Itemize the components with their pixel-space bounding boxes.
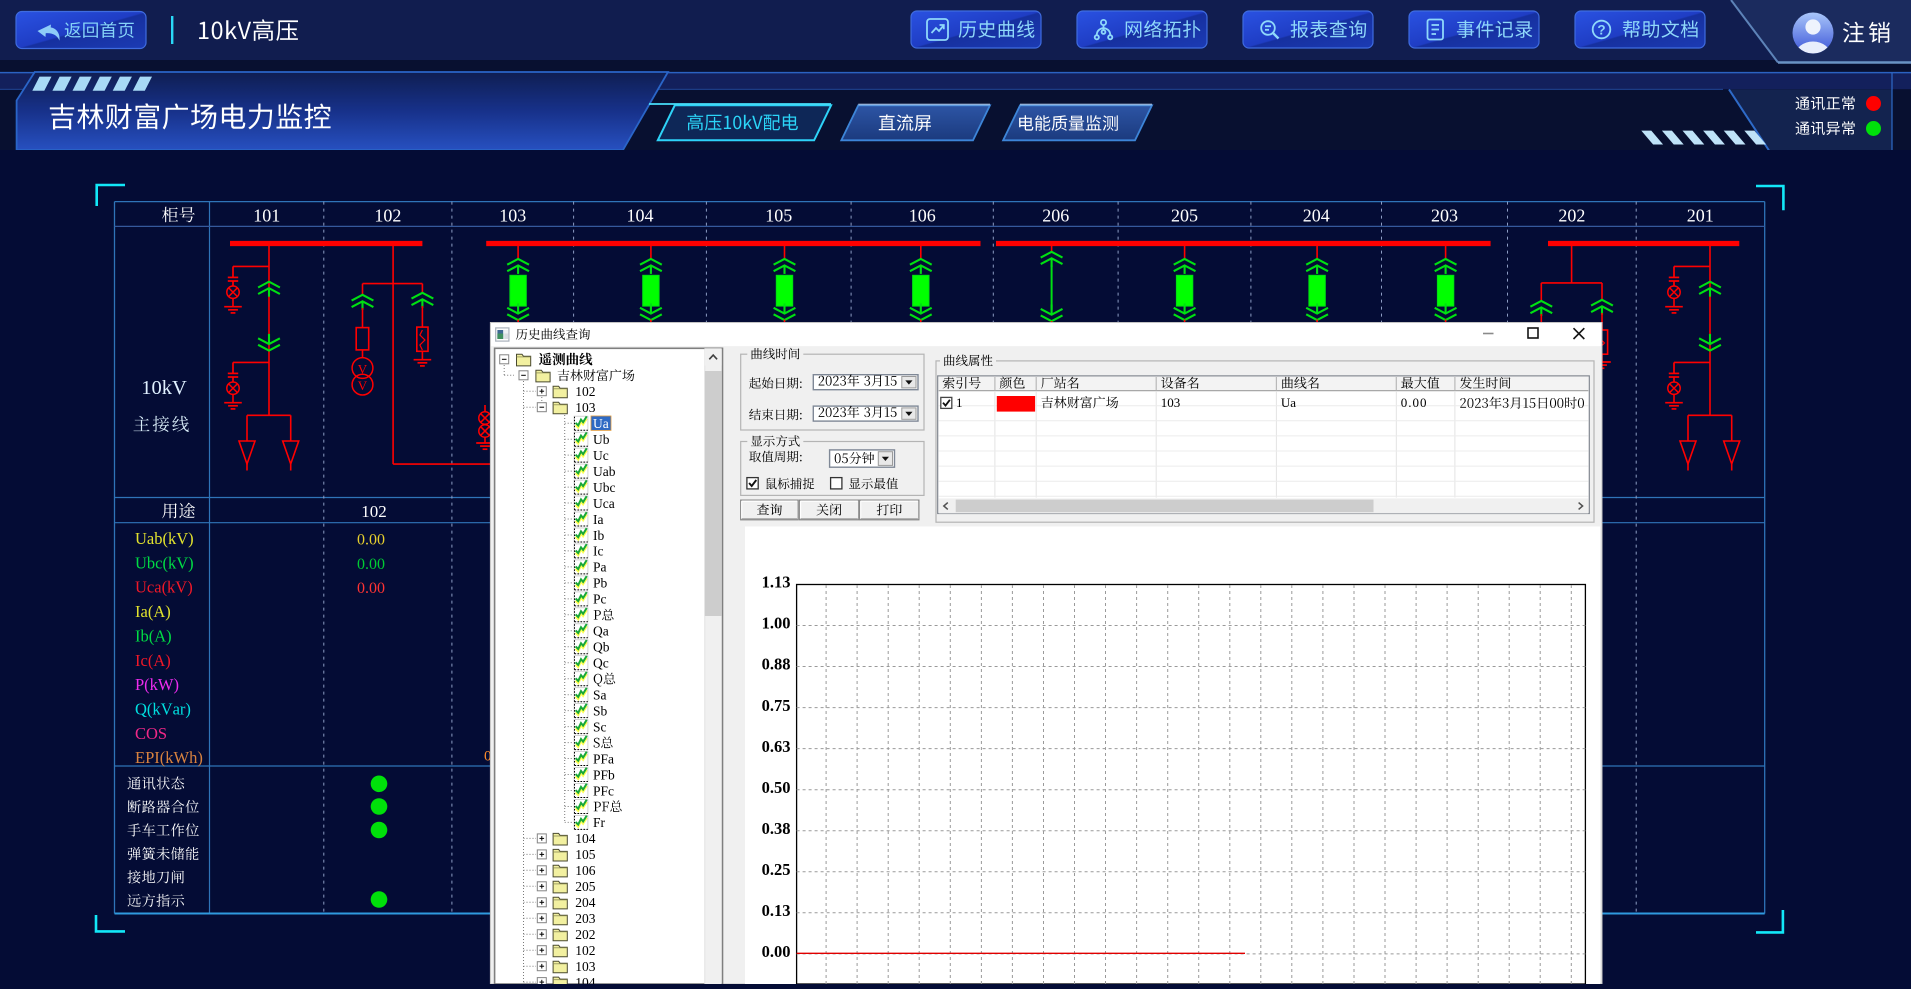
svg-text:0.63: 0.63: [762, 737, 791, 756]
svg-text:104: 104: [627, 206, 654, 226]
svg-text:103: 103: [575, 400, 596, 415]
svg-text:204: 204: [1303, 206, 1330, 226]
svg-text:Pb: Pb: [593, 576, 608, 591]
svg-text:Q(kVar): Q(kVar): [135, 699, 191, 718]
svg-text:0.25: 0.25: [762, 860, 791, 879]
svg-text:Ubc: Ubc: [593, 480, 616, 495]
svg-text:1.00: 1.00: [762, 614, 791, 633]
svg-text:Pc: Pc: [593, 592, 607, 607]
svg-text:?: ?: [1597, 22, 1605, 37]
svg-text:203: 203: [1431, 206, 1458, 226]
svg-text:Qa: Qa: [593, 624, 609, 639]
svg-text:10kV: 10kV: [141, 377, 187, 399]
svg-text:Qb: Qb: [593, 640, 610, 655]
svg-text:Uab(kV): Uab(kV): [135, 529, 194, 548]
svg-text:203: 203: [575, 911, 596, 926]
svg-text:104: 104: [575, 831, 596, 846]
svg-text:Uca: Uca: [593, 496, 615, 511]
svg-text:102: 102: [575, 943, 595, 958]
svg-text:Uca(kV): Uca(kV): [135, 578, 193, 597]
svg-text:105: 105: [575, 847, 596, 862]
svg-text:0.88: 0.88: [762, 655, 791, 674]
svg-text:106: 106: [909, 206, 936, 226]
svg-text:V: V: [358, 361, 368, 376]
svg-text:102: 102: [361, 502, 387, 521]
svg-text:105: 105: [765, 206, 792, 226]
svg-text:PFa: PFa: [593, 751, 614, 766]
svg-text:Ia: Ia: [593, 512, 604, 527]
svg-text:Pa: Pa: [593, 560, 607, 575]
svg-text:202: 202: [575, 927, 595, 942]
svg-text:206: 206: [1042, 206, 1069, 226]
svg-text:102: 102: [575, 384, 595, 399]
svg-text:Ubc(kV): Ubc(kV): [135, 553, 194, 572]
svg-text:103: 103: [1161, 395, 1181, 410]
svg-text:PFc: PFc: [593, 783, 614, 798]
svg-text:202: 202: [1558, 206, 1585, 226]
svg-text:Uc: Uc: [593, 448, 609, 463]
svg-text:0.00: 0.00: [762, 942, 791, 961]
svg-text:101: 101: [253, 206, 280, 226]
svg-text:0.50: 0.50: [762, 778, 791, 797]
svg-text:Ib: Ib: [593, 528, 604, 543]
svg-text:103: 103: [575, 959, 596, 974]
svg-text:Sa: Sa: [593, 687, 607, 702]
svg-text:Ua: Ua: [593, 416, 609, 431]
svg-text:0.75: 0.75: [762, 696, 791, 715]
svg-text:COS: COS: [135, 724, 167, 743]
svg-text:Ub: Ub: [593, 432, 610, 447]
svg-text:102: 102: [374, 206, 401, 226]
svg-text:0.00: 0.00: [357, 580, 385, 597]
svg-text:EPI(kWh): EPI(kWh): [135, 748, 203, 767]
svg-text:0.00: 0.00: [357, 532, 385, 549]
svg-text:1: 1: [956, 395, 963, 410]
svg-text:V: V: [358, 378, 368, 393]
svg-text:0.00: 0.00: [1401, 395, 1428, 410]
svg-text:Ua: Ua: [1281, 395, 1296, 410]
svg-text:204: 204: [575, 895, 596, 910]
svg-text:Sc: Sc: [593, 719, 607, 734]
svg-text:Ic: Ic: [593, 544, 604, 559]
svg-text:Ic(A): Ic(A): [135, 651, 171, 670]
svg-text:205: 205: [575, 879, 596, 894]
svg-text:0.38: 0.38: [762, 819, 791, 838]
svg-text:0.13: 0.13: [762, 901, 791, 920]
svg-text:104: 104: [575, 975, 596, 984]
svg-text:0.00: 0.00: [357, 556, 385, 573]
svg-text:Qc: Qc: [593, 656, 609, 671]
svg-text:Ia(A): Ia(A): [135, 602, 171, 621]
svg-text:Ib(A): Ib(A): [135, 626, 172, 645]
svg-text:P(kW): P(kW): [135, 675, 179, 694]
svg-text:Sb: Sb: [593, 703, 608, 718]
svg-text:205: 205: [1171, 206, 1198, 226]
svg-text:201: 201: [1687, 206, 1714, 226]
svg-text:103: 103: [499, 206, 526, 226]
svg-text:106: 106: [575, 863, 596, 878]
svg-text:Fr: Fr: [593, 815, 606, 830]
svg-text:PFb: PFb: [593, 767, 615, 782]
svg-text:1.13: 1.13: [762, 573, 791, 592]
svg-text:Uab: Uab: [593, 464, 616, 479]
